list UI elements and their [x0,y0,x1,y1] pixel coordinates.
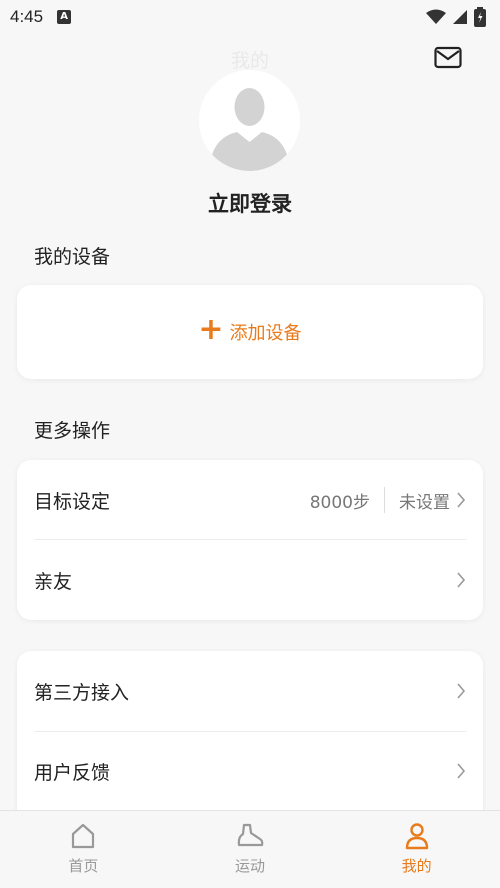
devices-card: + 添加设备 [17,285,483,379]
feedback-right [450,763,466,779]
battery-icon [474,7,486,27]
devices-section-title: 我的设备 [34,246,111,268]
notification-icon: A [57,10,72,24]
nav-item-home[interactable]: 首页 [0,811,167,888]
mail-icon [434,46,462,69]
page-title: 我的 [230,50,269,72]
value-divider [384,487,385,513]
bottom-nav: 首页 运动 我的 [0,810,500,888]
add-device-button[interactable]: + 添加设备 [17,285,483,379]
nav-label-sport: 运动 [235,857,266,875]
list-item-third-party[interactable]: 第三方接入 [34,651,466,731]
goal-steps-value: 8000步 [309,492,370,513]
third-party-label: 第三方接入 [34,681,130,704]
list-item-feedback[interactable]: 用户反馈 [34,731,466,811]
default-avatar-icon [199,70,300,171]
chevron-right-icon [457,763,466,779]
nav-label-mine: 我的 [401,857,432,875]
plus-icon: + [198,312,224,347]
more-section-title: 更多操作 [34,420,111,442]
friends-label: 亲友 [34,570,73,593]
add-device-label: 添加设备 [229,323,302,344]
mail-button[interactable] [434,46,462,70]
chevron-right-icon [457,492,466,508]
goal-value-group: 8000步 未设置 [310,487,466,513]
nav-label-home: 首页 [68,857,99,875]
feedback-label: 用户反馈 [34,761,111,784]
list-item-friends[interactable]: 亲友 [34,540,466,620]
goal-label: 目标设定 [34,490,111,513]
nav-item-sport[interactable]: 运动 [167,811,334,888]
wifi-icon [426,9,446,24]
status-bar: 4:45 A [0,0,500,34]
person-icon [405,823,428,850]
shoe-icon [237,823,264,847]
friends-right [450,572,466,588]
login-link[interactable]: 立即登录 [0,188,500,218]
status-time: 4:45 [10,7,44,26]
chevron-right-icon [457,683,466,699]
third-party-right [450,683,466,699]
avatar[interactable] [199,70,300,171]
goal-status: 未设置 [399,492,450,513]
list-item-goal[interactable]: 目标设定 8000步 未设置 [34,460,466,540]
signal-icon [453,10,467,24]
home-icon [72,823,95,849]
nav-item-mine[interactable]: 我的 [333,811,500,888]
status-icons [426,7,486,27]
chevron-right-icon [457,572,466,588]
